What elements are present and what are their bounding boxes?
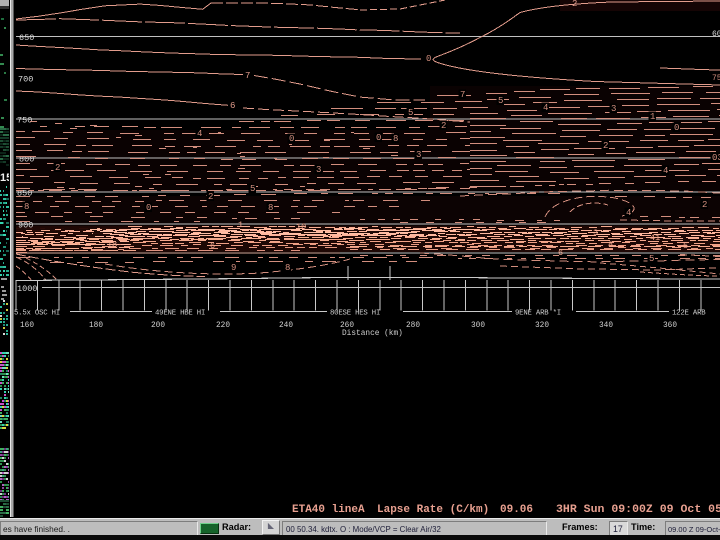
svg-text:0: 0	[146, 203, 151, 213]
svg-text:Distance (km): Distance (km)	[342, 330, 403, 338]
svg-text:5: 5	[250, 184, 255, 194]
svg-text:8: 8	[268, 203, 273, 213]
svg-text:0: 0	[376, 133, 381, 143]
svg-text:4: 4	[626, 208, 631, 218]
svg-text:3: 3	[611, 104, 616, 114]
svg-text:9: 9	[231, 263, 236, 273]
svg-text:650: 650	[19, 33, 34, 43]
svg-text:122E ARB: 122E ARB	[672, 310, 706, 318]
svg-text:3: 3	[316, 165, 321, 175]
svg-text:1: 1	[238, 220, 243, 230]
svg-text:7: 7	[245, 71, 250, 81]
svg-text:2: 2	[55, 163, 60, 173]
svg-text:4: 4	[663, 166, 668, 176]
svg-text:160: 160	[20, 322, 34, 330]
svg-text:80ESE HES HI: 80ESE HES HI	[330, 310, 380, 318]
svg-text:2: 2	[603, 141, 608, 151]
svg-text:2: 2	[208, 192, 213, 202]
svg-text:6: 6	[210, 241, 215, 251]
svg-text:4: 4	[543, 103, 548, 113]
svg-text:3: 3	[593, 228, 598, 238]
svg-text:09.06: 09.06	[500, 504, 533, 516]
svg-text:3: 3	[416, 150, 421, 160]
svg-text:200: 200	[151, 322, 165, 330]
svg-text:6: 6	[558, 248, 563, 258]
svg-text:300: 300	[471, 322, 485, 330]
svg-text:260: 260	[340, 322, 354, 330]
svg-text:750: 750	[17, 116, 32, 126]
svg-text:49ENE HBE HI: 49ENE HBE HI	[155, 310, 205, 318]
svg-text:280: 280	[406, 322, 420, 330]
svg-text:5: 5	[408, 108, 413, 118]
svg-text:7: 7	[460, 90, 465, 100]
svg-text:0: 0	[674, 123, 679, 133]
svg-text:180: 180	[89, 322, 103, 330]
svg-text:6: 6	[230, 101, 235, 111]
svg-text:10: 10	[296, 222, 306, 232]
svg-text:0: 0	[289, 134, 294, 144]
svg-text:360: 360	[663, 322, 677, 330]
svg-text:4: 4	[197, 129, 202, 139]
svg-text:41: 41	[650, 233, 660, 243]
svg-text:8: 8	[608, 240, 613, 250]
svg-text:700: 700	[18, 75, 33, 85]
svg-text:2: 2	[702, 200, 707, 210]
svg-text:2: 2	[441, 121, 446, 131]
svg-text:5: 5	[683, 241, 688, 251]
svg-text:340: 340	[599, 322, 613, 330]
svg-text:75: 75	[712, 74, 720, 83]
svg-text:9ENE ARB *I: 9ENE ARB *I	[515, 310, 561, 318]
svg-text:Lapse Rate (C/km): Lapse Rate (C/km)	[377, 504, 489, 516]
svg-text:ETA40 lineA: ETA40 lineA	[292, 504, 365, 516]
svg-text:0: 0	[426, 54, 431, 64]
svg-text:8: 8	[285, 263, 290, 273]
svg-text:60: 60	[712, 30, 720, 39]
svg-text:8: 8	[393, 134, 398, 144]
svg-text:8: 8	[24, 202, 29, 212]
svg-text:5: 5	[649, 254, 654, 264]
svg-text:1: 1	[650, 112, 655, 122]
svg-text:850: 850	[17, 189, 32, 199]
svg-text:03: 03	[712, 153, 720, 163]
svg-text:5: 5	[498, 96, 503, 106]
svg-text:1000: 1000	[17, 284, 37, 294]
svg-text:2: 2	[572, 0, 577, 9]
svg-text:220: 220	[216, 322, 230, 330]
svg-text:320: 320	[535, 322, 549, 330]
svg-text:5.5x OSC HI: 5.5x OSC HI	[14, 310, 60, 318]
svg-text:18: 18	[107, 240, 117, 250]
svg-text:240: 240	[279, 322, 293, 330]
svg-text:3HR Sun 09:00Z 09 Oct 05: 3HR Sun 09:00Z 09 Oct 05	[556, 504, 720, 516]
